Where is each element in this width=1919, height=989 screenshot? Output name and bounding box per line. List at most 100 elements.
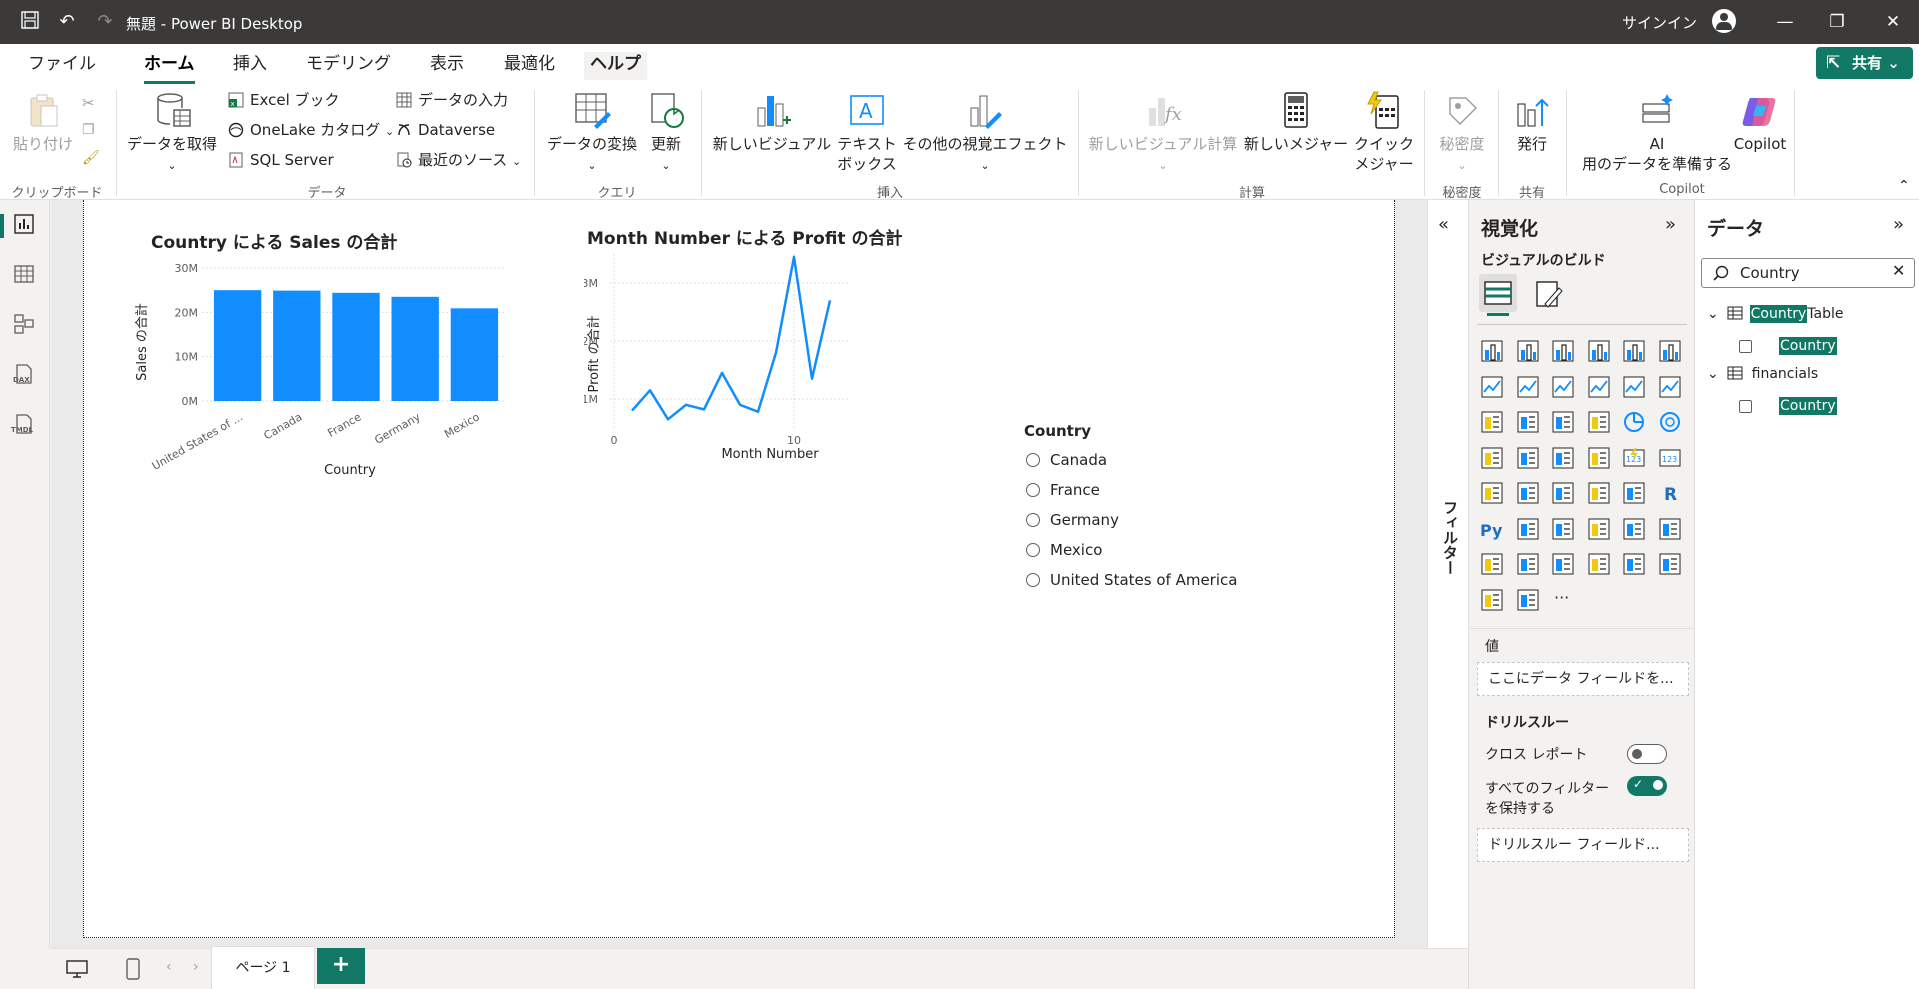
scatter-icon[interactable] [1586,409,1612,435]
button-slicer-icon[interactable] [1586,551,1612,577]
page-tab[interactable]: ページ 1 [211,946,315,989]
enter-data-button[interactable]: データの入力 [396,88,508,112]
new-measure-button[interactable]: 新しいメジャー [1240,90,1352,154]
copilot-button[interactable]: Copilot [1730,90,1790,154]
matrix-icon[interactable] [1621,480,1647,506]
r-visual-icon[interactable]: R [1657,480,1683,506]
donut-icon[interactable] [1657,409,1683,435]
line-chart[interactable]: Profit の合計 Month Number 1M 2M 3M 0 10 [584,244,1024,504]
clear-search-icon[interactable]: ✕ [1892,261,1905,280]
area-icon[interactable] [1515,374,1541,400]
pie-icon[interactable] [1621,409,1647,435]
data-search-box[interactable]: ✕ [1701,258,1915,288]
100-bar-icon[interactable] [1621,338,1647,364]
line-icon[interactable] [1479,374,1505,400]
map-icon[interactable] [1515,445,1541,471]
collapse-ribbon-icon[interactable]: ⌃ [1898,178,1910,194]
cross-report-toggle[interactable] [1627,744,1667,764]
bar-chart[interactable]: Sales の合計 Country 0M 10M 20M 30M United Sta… [124,244,524,504]
avatar[interactable] [1712,9,1736,33]
filters-pane-collapsed[interactable]: « フィルター [1427,200,1468,948]
radio-button[interactable] [1026,543,1040,557]
more-visuals-button[interactable]: その他の視覚エフェクト ⌄ [900,90,1070,176]
more-visuals-icon[interactable]: ··· [1550,587,1576,613]
refresh-button[interactable]: 更新 ⌄ [644,90,688,176]
report-canvas[interactable]: Country による Sales の合計 Sales の合計 Country … [83,200,1395,938]
filled-map-icon[interactable] [1550,445,1576,471]
azure-map-icon[interactable] [1657,551,1683,577]
slicer-item-usa[interactable]: United States of America [1024,568,1264,598]
goals-icon[interactable] [1657,516,1683,542]
paginated-report-icon[interactable] [1479,551,1505,577]
slicer-item-france[interactable]: France [1024,478,1264,508]
collapse-visualizations-icon[interactable]: » [1665,214,1676,235]
radio-button[interactable] [1026,513,1040,527]
stacked-bar-icon[interactable] [1479,338,1505,364]
100-area-icon[interactable] [1586,374,1612,400]
key-influencers-icon[interactable] [1515,516,1541,542]
treemap-icon[interactable] [1479,445,1505,471]
stacked-area-icon[interactable] [1550,374,1576,400]
clustered-column-icon[interactable] [1586,338,1612,364]
kpi-icon[interactable] [1515,480,1541,506]
table-visual-icon[interactable] [1586,480,1612,506]
funnel-icon[interactable] [1550,409,1576,435]
sign-in-link[interactable]: サインイン [1622,12,1697,33]
dataverse-button[interactable]: Dataverse [396,118,495,142]
undo-icon[interactable]: ↶ [55,10,79,34]
power-apps-alt-icon[interactable] [1479,587,1505,613]
add-page-button[interactable]: + [317,948,365,984]
desktop-layout-icon[interactable] [65,959,89,979]
radio-button[interactable] [1026,483,1040,497]
line-stacked-column-icon[interactable] [1657,374,1683,400]
gauge-icon[interactable] [1586,445,1612,471]
keep-filters-toggle[interactable]: ✓ [1627,776,1667,796]
card-icon[interactable]: 123 [1621,445,1647,471]
expand-filters-icon[interactable]: « [1438,214,1449,235]
tmdl-view-icon[interactable]: TMDL [11,412,37,438]
format-visual-tab[interactable] [1529,274,1567,312]
field-row-country[interactable]: Country [1739,394,1909,418]
chevron-down-icon[interactable]: ⌄ [1707,306,1719,322]
tab-home[interactable]: ホーム [138,52,201,84]
field-row-country[interactable]: Country [1739,334,1909,358]
report-view-icon[interactable] [11,212,37,238]
multirow-card-icon[interactable] [1479,480,1505,506]
next-page-icon[interactable]: › [193,959,199,975]
field-checkbox[interactable] [1739,400,1752,413]
new-visual-button[interactable]: 新しいビジュアル [710,90,834,154]
collapse-data-icon[interactable]: » [1893,214,1904,235]
chevron-visual-icon[interactable] [1515,587,1541,613]
power-automate-icon[interactable] [1550,551,1576,577]
table-row-countrytable[interactable]: ⌄ CountryTable [1707,302,1843,326]
share-button[interactable]: ⇱ 共有 ⌄ [1816,47,1913,79]
narrative-icon[interactable] [1621,516,1647,542]
qa-icon[interactable] [1586,516,1612,542]
quick-measure-button[interactable]: クイック メジャー [1352,90,1416,174]
card-new-icon[interactable]: 123 [1657,445,1683,471]
tab-view[interactable]: 表示 [424,52,470,80]
table-view-icon[interactable] [11,262,37,288]
tab-help[interactable]: ヘルプ [584,52,647,80]
slicer-item-canada[interactable]: Canada [1024,448,1264,478]
minimize-button[interactable]: — [1770,9,1800,35]
dax-query-view-icon[interactable]: DAX [11,362,37,388]
slicer-item-germany[interactable]: Germany [1024,508,1264,538]
data-search-input[interactable] [1740,263,1880,283]
build-visual-tab[interactable] [1479,274,1517,316]
waterfall-icon[interactable] [1515,409,1541,435]
restore-button[interactable]: ❐ [1822,9,1852,35]
textbox-button[interactable]: A テキスト ボックス [834,90,900,174]
python-visual-icon[interactable]: Py [1479,516,1505,542]
transform-data-button[interactable]: データの変換 ⌄ [544,90,640,176]
field-checkbox[interactable] [1739,340,1752,353]
prepare-data-for-ai-button[interactable]: AI 用のデータを準備する [1574,90,1740,174]
slicer-icon[interactable] [1550,480,1576,506]
table-row-financials[interactable]: ⌄ financials [1707,362,1818,386]
power-apps-icon[interactable] [1515,551,1541,577]
image-icon[interactable] [1621,551,1647,577]
tab-optimize[interactable]: 最適化 [498,52,561,80]
sql-server-button[interactable]: SQL Server [228,148,334,172]
100-column-icon[interactable] [1657,338,1683,364]
recent-sources-button[interactable]: 最近のソース ⌄ [396,148,521,172]
